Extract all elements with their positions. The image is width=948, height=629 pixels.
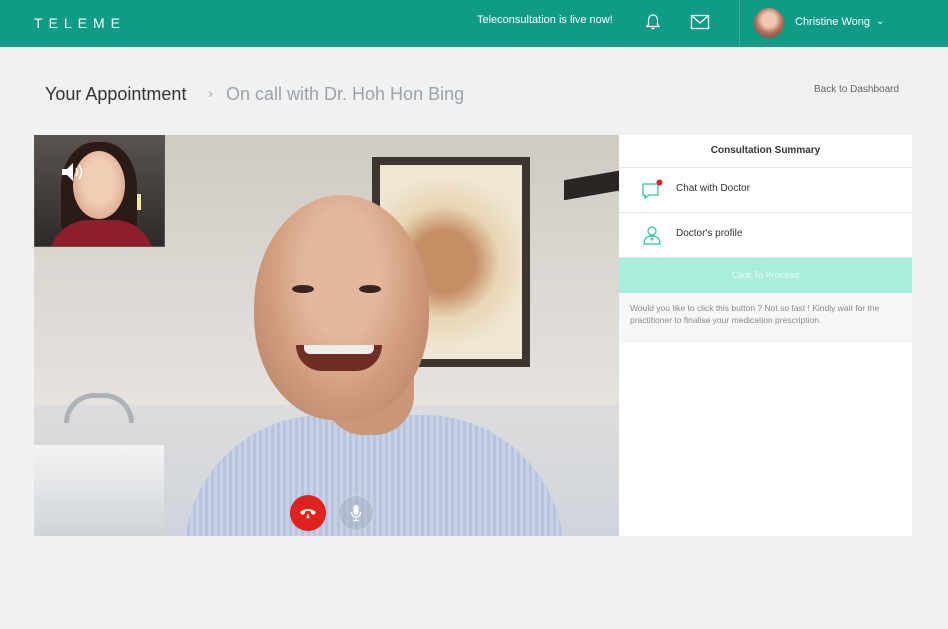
bell-icon[interactable] <box>644 13 662 31</box>
click-to-proceed-button[interactable]: Click To Proceed <box>619 258 912 293</box>
doctor-eye-right <box>359 285 381 293</box>
microphone-icon <box>350 505 362 522</box>
proceed-note-text: Would you like to click this button ? No… <box>619 293 912 343</box>
back-to-dashboard-link[interactable]: Back to Dashboard <box>814 84 899 95</box>
doctor-eye-left <box>292 285 314 293</box>
breadcrumb-appointment[interactable]: Your Appointment <box>45 84 186 105</box>
self-view-video[interactable] <box>34 135 165 247</box>
end-call-icon <box>300 509 316 519</box>
user-name[interactable]: Christine Wong <box>795 16 870 28</box>
breadcrumb-call-status: On call with Dr. Hoh Hon Bing <box>226 84 465 104</box>
doctor-profile-label: Doctor's profile <box>676 228 743 239</box>
doctor-head <box>254 195 429 420</box>
breadcrumb-separator: › <box>208 85 213 102</box>
speaker-icon[interactable] <box>60 160 86 184</box>
consultation-summary-panel: Consultation Summary Chat with Doctor Do… <box>619 135 912 536</box>
chat-icon <box>642 179 663 200</box>
top-nav-bar: TELEME Teleconsultation is live now! Chr… <box>0 0 948 47</box>
live-status-text: Teleconsultation is live now! <box>477 14 613 26</box>
chevron-down-icon[interactable]: ⌄ <box>876 16 884 27</box>
nav-divider <box>739 0 740 47</box>
mail-icon[interactable] <box>690 14 710 30</box>
teleme-logo[interactable]: TELEME <box>34 15 126 31</box>
end-call-button[interactable] <box>290 495 326 531</box>
doctor-teeth <box>304 345 374 354</box>
mute-microphone-button[interactable] <box>338 495 374 531</box>
chat-with-doctor-label: Chat with Doctor <box>676 183 750 194</box>
doctor-profile-icon <box>643 226 661 245</box>
chat-with-doctor-item[interactable]: Chat with Doctor <box>619 168 912 213</box>
doctor-profile-item[interactable]: Doctor's profile <box>619 213 912 258</box>
user-avatar[interactable] <box>754 8 784 38</box>
sink <box>34 445 164 536</box>
panel-title: Consultation Summary <box>619 135 912 168</box>
